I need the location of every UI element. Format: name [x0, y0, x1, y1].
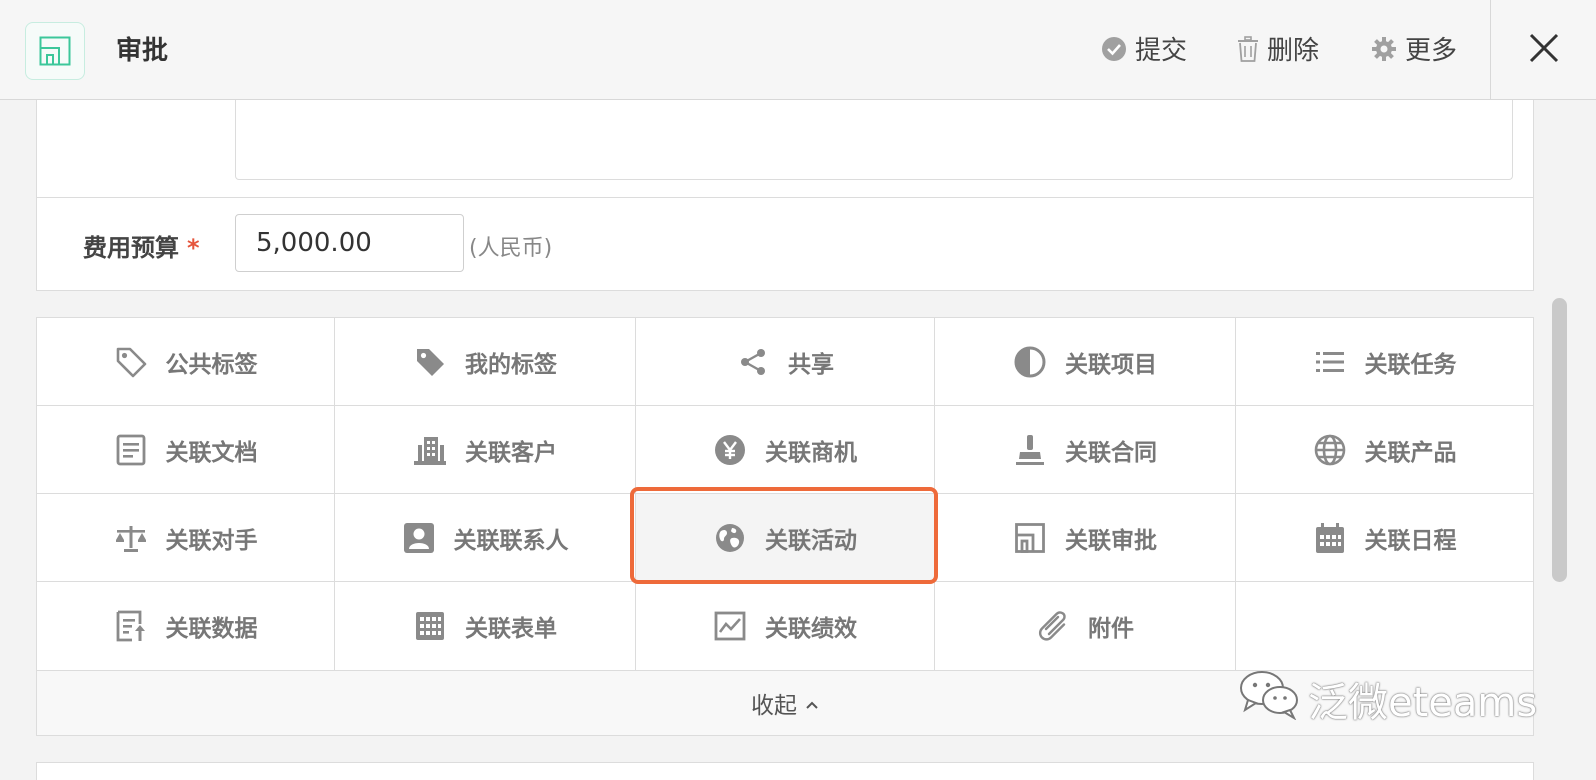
relation-label: 关联联系人: [453, 527, 569, 554]
form-panel: 费用预算 * (人民币): [36, 100, 1534, 291]
relation-label: 关联绩效: [765, 616, 857, 642]
relation-label: 我的标签: [465, 351, 557, 378]
relation-share[interactable]: 共享: [636, 318, 935, 406]
submit-label: 提交: [1135, 36, 1188, 66]
relation-activities[interactable]: 关联活动: [636, 494, 935, 582]
currency-unit: (人民币): [469, 236, 553, 261]
check-circle-icon: [1101, 36, 1127, 62]
contact-icon: [402, 521, 436, 555]
list-icon: [1313, 345, 1347, 379]
tag-icon: [114, 345, 148, 379]
relation-label: 关联产品: [1364, 439, 1457, 466]
watermark-text: 泛微eteams: [1308, 680, 1538, 726]
yen-circle-icon: [713, 433, 747, 467]
performance-chart-icon: [713, 609, 747, 643]
relation-contacts[interactable]: 关联联系人: [335, 494, 636, 582]
relation-label: 附件: [1088, 616, 1134, 642]
top-bar: 审批 提交 删除 更多: [0, 0, 1596, 100]
relation-label: 关联审批: [1065, 527, 1157, 554]
description-textarea[interactable]: [235, 100, 1513, 180]
relation-my-tags[interactable]: 我的标签: [335, 318, 636, 406]
delete-button[interactable]: 删除: [1237, 30, 1319, 67]
relation-label: 关联文档: [165, 439, 258, 466]
document-icon: [114, 433, 148, 467]
relation-documents[interactable]: 关联文档: [37, 406, 335, 494]
trash-icon: [1237, 35, 1259, 62]
close-icon: [1529, 33, 1559, 67]
next-panel-edge: [36, 762, 1534, 780]
relation-label: 关联商机: [765, 439, 857, 466]
scrollbar-thumb[interactable]: [1552, 298, 1567, 582]
relation-label: 关联对手: [165, 527, 258, 554]
relation-schedule[interactable]: 关联日程: [1236, 494, 1533, 582]
divider: [37, 197, 1533, 198]
relation-label: 关联表单: [465, 616, 557, 642]
relation-performance[interactable]: 关联绩效: [636, 582, 935, 671]
relation-empty-cell: [1236, 582, 1533, 671]
relation-label: 关联日程: [1364, 527, 1457, 554]
relation-approvals[interactable]: 关联审批: [935, 494, 1236, 582]
chevron-up-icon: [805, 690, 819, 716]
relation-label: 关联合同: [1065, 439, 1157, 466]
relation-label: 关联项目: [1065, 351, 1157, 378]
required-mark: *: [187, 234, 200, 262]
building-icon: [413, 433, 447, 467]
relation-customers[interactable]: 关联客户: [335, 406, 636, 494]
calendar-icon: [1313, 521, 1347, 555]
more-button[interactable]: 更多: [1371, 30, 1457, 67]
approval-icon: [1013, 521, 1047, 555]
relation-products[interactable]: 关联产品: [1236, 406, 1533, 494]
relation-contracts[interactable]: 关联合同: [935, 406, 1236, 494]
half-circle-icon: [1013, 345, 1047, 379]
earth-icon: [713, 521, 747, 555]
close-button[interactable]: [1490, 0, 1596, 100]
approval-app-icon: [25, 22, 85, 80]
watermark: 泛微eteams: [1238, 668, 1537, 730]
data-report-icon: [114, 609, 148, 643]
relation-attachments[interactable]: 附件: [935, 582, 1236, 671]
share-icon: [736, 345, 770, 379]
wechat-icon: [1238, 668, 1300, 730]
relation-label: 关联活动: [765, 527, 857, 554]
scale-icon: [114, 521, 148, 555]
relation-projects[interactable]: 关联项目: [935, 318, 1236, 406]
relation-data[interactable]: 关联数据: [37, 582, 335, 671]
budget-label-text: 费用预算: [83, 234, 179, 262]
relation-label: 关联数据: [165, 616, 258, 642]
globe-icon: [1313, 433, 1347, 467]
stamp-icon: [1013, 433, 1047, 467]
delete-label: 删除: [1267, 36, 1320, 66]
budget-field-label: 费用预算 *: [83, 228, 200, 263]
relation-public-tags[interactable]: 公共标签: [37, 318, 335, 406]
relation-label: 关联客户: [465, 439, 557, 466]
relation-grid: 公共标签 我的标签 共享 关联项目 关联任务 关联文档 关联客户 关联商机 关联…: [37, 318, 1533, 671]
relation-label: 关联任务: [1364, 351, 1457, 378]
budget-input[interactable]: [235, 214, 464, 272]
table-grid-icon: [413, 609, 447, 643]
relation-tasks[interactable]: 关联任务: [1236, 318, 1533, 406]
more-label: 更多: [1405, 36, 1458, 66]
paperclip-icon: [1036, 609, 1070, 643]
relation-label: 公共标签: [165, 351, 258, 378]
relation-opportunities[interactable]: 关联商机: [636, 406, 935, 494]
relation-label: 共享: [788, 351, 834, 378]
relation-competitors[interactable]: 关联对手: [37, 494, 335, 582]
page-title: 审批: [116, 36, 169, 66]
gear-icon: [1371, 36, 1397, 62]
collapse-label: 收起: [751, 693, 797, 719]
submit-button[interactable]: 提交: [1101, 30, 1187, 67]
relation-forms[interactable]: 关联表单: [335, 582, 636, 671]
tag-filled-icon: [413, 345, 447, 379]
